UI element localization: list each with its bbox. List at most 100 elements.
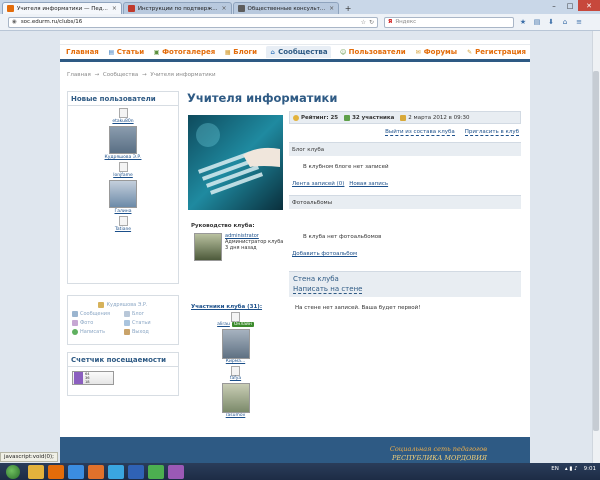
bookmark-icon[interactable]: ★ (518, 17, 528, 27)
home-icon[interactable]: ⌂ (560, 17, 570, 27)
menu-label: Главная (66, 48, 99, 56)
list-item[interactable]: etaku80n (68, 108, 178, 124)
list-item[interactable]: Кирма... (221, 329, 250, 364)
avatar[interactable] (194, 233, 222, 261)
download-icon[interactable]: ⬇ (546, 17, 556, 27)
menu-articles[interactable]: ▤ Статьи (108, 48, 144, 56)
new-post-link[interactable]: Новая запись (349, 181, 388, 187)
profile-link[interactable]: Кудряшова Э.Р. (72, 302, 174, 308)
write-wall-link[interactable]: Написать на стене (293, 285, 363, 294)
tray-icons[interactable]: ▴ ▮ ♪ (565, 466, 578, 472)
menu-home[interactable]: Главная (66, 48, 99, 56)
list-item[interactable]: Галина (68, 180, 178, 214)
invite-link[interactable]: Пригласить в клуб (464, 129, 519, 136)
write-link[interactable]: Написать (72, 329, 122, 335)
url-text[interactable]: soc.edurm.ru/clubs/16 (21, 19, 358, 25)
menu-register[interactable]: ✎ Регистрация (466, 48, 526, 56)
tab-close-icon[interactable]: × (329, 5, 334, 12)
member-name[interactable]: alirau (217, 322, 230, 327)
library-icon[interactable]: ▤ (532, 17, 542, 27)
tab-title: Учителя информатики — Пед... (17, 5, 108, 12)
user-name[interactable]: Tatiane (115, 227, 131, 232)
start-button[interactable] (6, 464, 20, 479)
articles-link[interactable]: Статьи (124, 320, 174, 326)
menu-label: Пользователи (348, 48, 406, 56)
list-item[interactable]: Tatiane (68, 216, 178, 232)
new-users-box: Новые пользователи etaku80n Кудряшова Э.… (67, 91, 179, 284)
list-item[interactable]: Кудряшова Э.Р. (68, 126, 178, 160)
link-label: Блог (132, 311, 145, 317)
media-icon[interactable] (48, 464, 64, 479)
clock[interactable]: 9:01 (584, 466, 596, 472)
breadcrumb-communities[interactable]: Сообщества (103, 72, 138, 78)
close-window-button[interactable]: ✕ (578, 0, 600, 11)
club-actions: Выйти из состава клуба Пригласить в клуб (289, 129, 519, 136)
skype-icon[interactable] (108, 464, 124, 479)
menu-blogs[interactable]: ▦ Блоги (224, 48, 257, 56)
tab-close-icon[interactable]: × (222, 5, 227, 12)
browser-icon[interactable] (68, 464, 84, 479)
tab-consult[interactable]: Общественные консульт... × (232, 2, 340, 14)
tab-club[interactable]: Учителя информатики — Пед... × (2, 2, 122, 14)
chrome-icon[interactable] (148, 464, 164, 479)
users-icon: ☺ (339, 48, 347, 56)
app-icon[interactable] (168, 464, 184, 479)
menu-label: Блоги (233, 48, 258, 56)
logout-link[interactable]: Выход (124, 329, 174, 335)
new-tab-button[interactable]: + (342, 3, 354, 14)
menu-forums[interactable]: ✉ Форумы (415, 48, 457, 56)
address-bar[interactable]: ◉ soc.edurm.ru/clubs/16 ☆ ↻ (8, 16, 378, 28)
blog-feed-link[interactable]: Лента записей (0) (292, 181, 344, 187)
blog-panel-title: Блог клуба (289, 142, 521, 156)
scrollbar-thumb[interactable] (593, 71, 599, 431)
avatar[interactable] (109, 126, 137, 154)
leave-club-link[interactable]: Выйти из состава клуба (385, 129, 455, 136)
members-label[interactable]: Участники клуба (31): (191, 304, 262, 310)
list-item[interactable]: rasumov (221, 383, 250, 418)
breadcrumb-home[interactable]: Главная (67, 72, 91, 78)
avatar[interactable] (109, 180, 137, 208)
avatar[interactable] (221, 329, 250, 359)
star-icon[interactable]: ☆ (361, 19, 366, 26)
member-name[interactable]: Кирма... (226, 359, 245, 364)
word-icon[interactable] (128, 464, 144, 479)
menu-users[interactable]: ☺ Пользователи (340, 48, 406, 56)
avatar-placeholder-icon (118, 216, 128, 226)
participants: 32 участника (344, 114, 394, 121)
tab-favicon-icon (127, 5, 135, 12)
tab-close-icon[interactable]: × (112, 5, 117, 12)
user-name[interactable]: etaku80n (112, 119, 133, 124)
menu-gallery[interactable]: ▣ Фотогалерея (153, 48, 215, 56)
avatar[interactable] (221, 383, 250, 413)
list-item[interactable]: alirau Онлайн (217, 312, 254, 327)
forum-icon: ✉ (415, 48, 421, 56)
blog-empty-text: В клубном блоге нет записей (303, 164, 389, 170)
link-label: Статьи (132, 320, 151, 326)
avatar-placeholder-icon (118, 162, 128, 172)
messages-icon (72, 311, 78, 317)
member-name[interactable]: fafya (230, 376, 241, 381)
list-item[interactable]: lonjfame (68, 162, 178, 178)
photo-icon (72, 320, 78, 326)
language-indicator[interactable]: EN (551, 466, 559, 472)
tab-instructions[interactable]: Инструкции по подтверж... × (122, 2, 232, 14)
menu-communities[interactable]: ⌂ Сообщества (266, 46, 331, 58)
user-name[interactable]: lonjfame (113, 173, 133, 178)
user-name[interactable]: Галина (114, 209, 131, 214)
user-name[interactable]: Кудряшова Э.Р. (105, 155, 142, 160)
reload-icon[interactable]: ↻ (369, 19, 374, 26)
messages-link[interactable]: Сообщения (72, 311, 122, 317)
search-bar[interactable]: Я Яндекс (384, 16, 514, 28)
menu-icon[interactable]: ≡ (574, 17, 584, 27)
member-name[interactable]: rasumov (226, 413, 246, 418)
list-item[interactable]: fafya (230, 366, 241, 381)
minimize-button[interactable]: – (546, 0, 562, 11)
page-scrollbar[interactable] (592, 31, 600, 463)
maximize-button[interactable]: □ (562, 0, 578, 11)
blog-link[interactable]: Блог (124, 311, 174, 317)
add-album-link[interactable]: Добавить фотоальбом (292, 251, 357, 257)
visit-counter[interactable]: 64 36 18 (72, 371, 114, 385)
photos-link[interactable]: Фото (72, 320, 122, 326)
folder-icon[interactable] (28, 464, 44, 479)
firefox-icon[interactable] (88, 464, 104, 479)
